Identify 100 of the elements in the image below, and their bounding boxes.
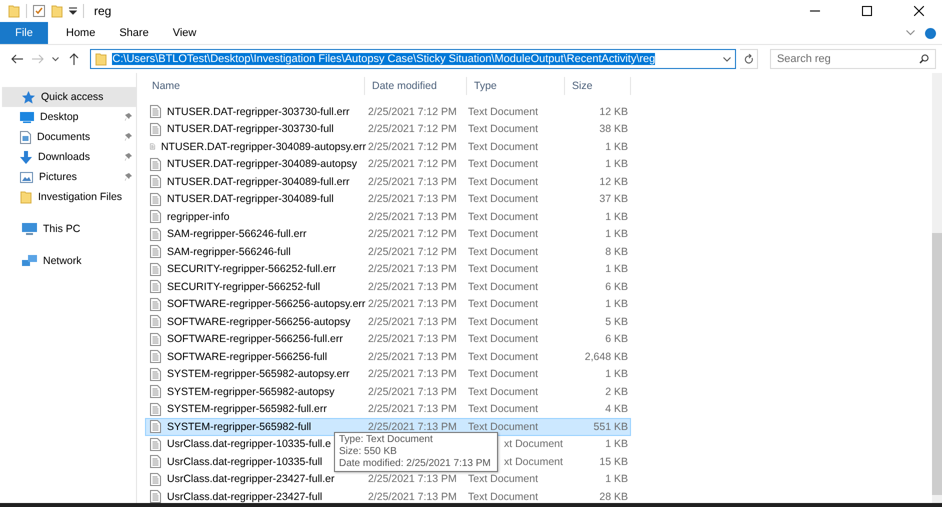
document-icon — [150, 438, 161, 451]
search-field[interactable]: Search reg — [770, 49, 936, 69]
sidebar-item[interactable]: Documents — [2, 127, 136, 147]
size-cell: 8 KB — [605, 246, 628, 258]
ribbon-tab[interactable]: Home — [54, 22, 108, 44]
size-cell: 551 KB — [594, 420, 628, 433]
date-cell: 2/25/2021 7:13 PM — [368, 193, 457, 206]
date-cell: 2/25/2021 7:13 PM — [368, 403, 457, 416]
document-icon — [150, 402, 161, 416]
size-cell: 12 KB — [599, 176, 628, 188]
document-icon — [150, 175, 161, 188]
ribbon-tab[interactable]: View — [160, 22, 208, 44]
size-cell: 6 KB — [605, 333, 628, 346]
left-arrow-icon — [10, 54, 23, 64]
type-cell: Text Document — [468, 210, 538, 223]
document-icon — [150, 228, 161, 241]
maximize-icon — [862, 6, 872, 16]
window-title: reg — [94, 4, 112, 18]
date-cell: 2/25/2021 7:12 PM — [368, 228, 457, 240]
document-icon — [150, 385, 161, 398]
help-icon[interactable] — [925, 28, 936, 38]
size-cell: 1 KB — [605, 263, 628, 276]
type-cell: Text Document — [468, 403, 538, 416]
date-cell: 2/25/2021 7:13 PM — [368, 263, 457, 276]
address-field[interactable]: C:\Users\BTLOTest\Desktop\Investigation Files\Autopsy Case\Sticky Situation\ModuleOutput\RecentActivity\reg — [90, 49, 736, 69]
file-name: SOFTWARE-regripper-566256-full — [167, 350, 328, 363]
tooltip-line: Type: Text Document — [339, 434, 434, 446]
column-header[interactable]: Name — [145, 77, 365, 95]
document-icon — [150, 472, 161, 486]
file-tab[interactable]: File — [0, 22, 48, 44]
column-header[interactable]: Size — [565, 77, 631, 95]
sidebar-item[interactable]: Quick access — [2, 87, 136, 107]
type-cell: Text Document — [468, 228, 538, 240]
download-icon — [20, 150, 32, 164]
document-icon — [150, 420, 161, 434]
file-name: NTUSER.DAT-regripper-303730-full.err — [167, 106, 350, 118]
type-cell: Text Document — [468, 280, 538, 293]
column-header[interactable]: Type — [467, 77, 565, 95]
type-cell: Text Document — [468, 298, 538, 310]
file-name: SOFTWARE-regripper-566256-full.err — [167, 333, 343, 346]
size-cell: 1 KB — [605, 158, 628, 170]
file-name: SECURITY-regripper-566252-full — [167, 280, 320, 293]
size-cell: 1 KB — [605, 368, 628, 380]
sidebar-item[interactable]: This PC — [2, 219, 136, 239]
file-name: NTUSER.DAT-regripper-304089-full — [167, 193, 334, 206]
star-icon — [22, 90, 35, 104]
up-arrow-icon — [68, 53, 79, 65]
folder-icon — [8, 4, 20, 18]
document-icon — [150, 210, 161, 224]
date-cell: 2/25/2021 7:12 PM — [368, 106, 457, 118]
type-cell: xt Document — [504, 438, 563, 450]
chevron-icon — [723, 56, 732, 62]
date-cell: 2/25/2021 7:13 PM — [368, 210, 457, 223]
file-name: NTUSER.DAT-regripper-303730-full — [167, 123, 334, 136]
close-icon — [914, 6, 924, 16]
date-cell: 2/25/2021 7:13 PM — [368, 473, 457, 486]
sidebar-item[interactable]: Desktop — [2, 107, 136, 127]
size-cell: 37 KB — [599, 193, 628, 206]
folder-icon — [95, 52, 108, 66]
file-name: regripper-info — [167, 210, 230, 223]
document-icon — [150, 280, 161, 294]
file-name: SAM-regripper-566246-full — [167, 246, 291, 258]
date-cell: 2/25/2021 7:13 PM — [368, 333, 457, 346]
search-icon — [919, 54, 929, 64]
size-cell: 38 KB — [599, 123, 628, 136]
type-cell: Text Document — [468, 176, 538, 188]
file-name: SYSTEM-regripper-565982-full.err — [167, 403, 327, 416]
sidebar-item[interactable]: Investigation Files — [2, 187, 136, 207]
type-cell: Text Document — [468, 246, 538, 258]
file-name: NTUSER.DAT-regripper-304089-full.err — [167, 176, 350, 188]
date-cell: 2/25/2021 7:13 PM — [368, 280, 457, 293]
computer-icon — [22, 223, 37, 235]
file-name: UsrClass.dat-regripper-23427-full — [167, 490, 322, 503]
right-arrow-icon — [32, 54, 44, 64]
picture-icon — [20, 172, 33, 182]
ribbon-tab[interactable]: Share — [107, 22, 161, 44]
file-row[interactable]: SYSTEM-regripper-565982-full 2/25/2021 7:13 PM Text Document 551 KB — [145, 418, 631, 436]
size-cell: 1 KB — [605, 298, 628, 310]
document-icon — [20, 130, 31, 144]
file-name: SAM-regripper-566246-full.err — [167, 228, 306, 240]
sidebar-item[interactable]: Pictures — [2, 167, 136, 187]
type-cell: Text Document — [468, 490, 538, 503]
scrollbar[interactable] — [932, 73, 942, 503]
refresh-icon — [744, 54, 754, 64]
document-icon — [150, 105, 161, 118]
sidebar-item[interactable]: Downloads — [2, 147, 136, 167]
size-cell: 1 KB — [605, 473, 628, 486]
size-cell: 28 KB — [599, 490, 628, 503]
date-cell: 2/25/2021 7:13 PM — [368, 490, 457, 503]
size-cell: 6 KB — [605, 280, 628, 293]
date-cell: 2/25/2021 7:13 PM — [368, 350, 457, 363]
file-name: SOFTWARE-regripper-566256-autopsy — [167, 316, 350, 328]
file-name: SYSTEM-regripper-565982-autopsy.err — [167, 368, 350, 380]
file-name: SYSTEM-regripper-565982-full — [167, 420, 312, 433]
date-cell: 2/25/2021 7:13 PM — [368, 386, 457, 398]
column-header[interactable]: Date modified — [365, 77, 467, 95]
size-cell: 1 KB — [605, 210, 628, 223]
scroll-thumb[interactable] — [932, 233, 942, 495]
sidebar-item[interactable]: Network — [2, 251, 136, 271]
refresh-button[interactable] — [740, 49, 758, 69]
